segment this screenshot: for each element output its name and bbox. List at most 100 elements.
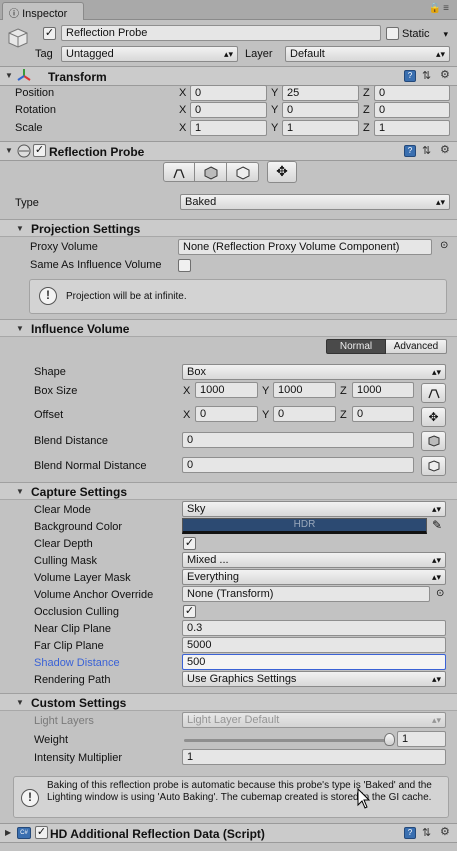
rendering-path-label: Rendering Path xyxy=(34,674,111,686)
influence-volume-header[interactable]: ▼ Influence Volume xyxy=(0,319,457,337)
proxy-volume-field[interactable]: None (Reflection Proxy Volume Component) xyxy=(178,239,432,255)
foldout-arrow-icon[interactable]: ▼ xyxy=(16,698,24,707)
box-size-y-field[interactable]: 1000 xyxy=(273,382,336,398)
offset-z-label: Z xyxy=(340,409,347,421)
layer-dropdown[interactable]: Default ▴▾ xyxy=(285,46,450,62)
tag-dropdown[interactable]: Untagged ▴▾ xyxy=(61,46,238,62)
edit-offset-button[interactable]: ✥ xyxy=(421,407,446,427)
blend-normal-distance-field[interactable]: 0 xyxy=(182,457,414,473)
influence-edit-icon xyxy=(427,389,440,399)
transform-header[interactable]: ▼ Transform ? ⇅ ⚙ xyxy=(0,66,457,86)
chevron-down-icon: ▴▾ xyxy=(435,197,445,207)
presets-icon[interactable]: ⇅ xyxy=(422,826,431,839)
type-label: Type xyxy=(15,197,39,209)
inspector-tab[interactable]: ⓘ Inspector xyxy=(2,2,84,20)
hd-additional-enabled-checkbox[interactable]: ✓ xyxy=(35,826,48,839)
tab-menu-icon[interactable]: 🔒≡ xyxy=(429,3,451,14)
gear-icon[interactable]: ⚙ xyxy=(440,825,450,838)
inspector-tab-bar: ⓘ Inspector 🔒≡ xyxy=(0,0,457,20)
custom-settings-header[interactable]: ▼ Custom Settings xyxy=(0,693,457,711)
intensity-multiplier-field[interactable]: 1 xyxy=(182,749,446,765)
volume-layer-mask-dropdown[interactable]: Everything ▴▾ xyxy=(182,569,446,585)
hd-additional-header[interactable]: ▶ C# ✓ HD Additional Reflection Data (Sc… xyxy=(0,823,457,843)
object-picker-icon[interactable]: ⊙ xyxy=(440,240,448,251)
mode-normal-button[interactable]: Normal xyxy=(326,339,386,354)
help-book-icon[interactable]: ? xyxy=(404,827,416,839)
influence-mode-toggle: Normal Advanced xyxy=(326,339,447,354)
near-clip-plane-field[interactable]: 0.3 xyxy=(182,620,446,636)
foldout-arrow-icon[interactable]: ▼ xyxy=(5,71,13,80)
offset-label: Offset xyxy=(34,409,64,421)
foldout-arrow-icon[interactable]: ▼ xyxy=(16,487,24,496)
object-name-field[interactable]: Reflection Probe xyxy=(61,25,381,41)
transform-y-field[interactable]: 25 xyxy=(282,85,359,101)
transform-x-field[interactable]: 0 xyxy=(190,102,267,118)
transform-x-field[interactable]: 1 xyxy=(190,120,267,136)
edit-box-size-button[interactable] xyxy=(421,383,446,403)
weight-slider-track[interactable] xyxy=(184,739,390,742)
volume-layer-mask-label: Volume Layer Mask xyxy=(34,572,131,584)
volume-anchor-override-field[interactable]: None (Transform) xyxy=(182,586,430,602)
same-as-influence-checkbox[interactable] xyxy=(178,259,191,272)
axis-x-label: X xyxy=(179,122,187,134)
foldout-arrow-icon[interactable]: ▼ xyxy=(16,224,24,233)
foldout-arrow-icon[interactable]: ▼ xyxy=(16,324,24,333)
weight-field[interactable]: 1 xyxy=(397,731,446,747)
gear-icon[interactable]: ⚙ xyxy=(440,68,450,81)
reflection-probe-header[interactable]: ▼ ✓ Reflection Probe ? ⇅ ⚙ xyxy=(0,141,457,161)
presets-icon[interactable]: ⇅ xyxy=(422,69,431,82)
projection-settings-header[interactable]: ▼ Projection Settings xyxy=(0,219,457,237)
transform-z-field[interactable]: 0 xyxy=(374,102,450,118)
reflection-probe-title: Reflection Probe xyxy=(49,145,145,159)
clear-mode-dropdown[interactable]: Sky ▴▾ xyxy=(182,501,446,517)
shadow-distance-field[interactable]: 500 xyxy=(182,654,446,670)
shape-dropdown[interactable]: Box ▴▾ xyxy=(182,364,446,380)
clear-depth-checkbox[interactable]: ✓ xyxy=(183,537,196,550)
gear-icon[interactable]: ⚙ xyxy=(440,143,450,156)
background-color-swatch[interactable]: HDR xyxy=(182,518,427,534)
box-size-z-field[interactable]: 1000 xyxy=(352,382,414,398)
eyedropper-icon[interactable]: ✎ xyxy=(432,518,442,532)
foldout-arrow-icon[interactable]: ▼ xyxy=(5,146,13,155)
box-size-z-label: Z xyxy=(340,385,347,397)
offset-z-field[interactable]: 0 xyxy=(352,406,414,422)
capture-settings-header[interactable]: ▼ Capture Settings xyxy=(0,482,457,500)
hd-additional-title: HD Additional Reflection Data (Script) xyxy=(50,827,265,841)
box-size-x-field[interactable]: 1000 xyxy=(195,382,258,398)
active-checkbox[interactable]: ✓ xyxy=(43,27,56,40)
foldout-arrow-icon[interactable]: ▶ xyxy=(5,828,11,837)
edit-blend-button[interactable] xyxy=(421,431,446,451)
transform-z-field[interactable]: 0 xyxy=(374,85,450,101)
chevron-down-icon: ▴▾ xyxy=(431,674,441,684)
reflection-probe-icon xyxy=(17,144,31,161)
transform-z-field[interactable]: 1 xyxy=(374,120,450,136)
weight-slider-thumb[interactable] xyxy=(384,733,395,746)
capture-settings-title: Capture Settings xyxy=(31,485,128,499)
culling-mask-dropdown[interactable]: Mixed ... ▴▾ xyxy=(182,552,446,568)
presets-icon[interactable]: ⇅ xyxy=(422,144,431,157)
offset-y-field[interactable]: 0 xyxy=(273,406,336,422)
static-dropdown-arrow[interactable]: ▾ xyxy=(438,27,452,43)
mode-advanced-button[interactable]: Advanced xyxy=(386,339,447,354)
edit-normal-button[interactable] xyxy=(195,162,227,182)
transform-x-field[interactable]: 0 xyxy=(190,85,267,101)
object-picker-icon[interactable]: ⊙ xyxy=(436,588,444,599)
axis-y-label: Y xyxy=(271,87,279,99)
offset-x-field[interactable]: 0 xyxy=(195,406,258,422)
script-icon: C# xyxy=(17,827,31,839)
edit-influence-button[interactable] xyxy=(163,162,195,182)
transform-y-field[interactable]: 0 xyxy=(282,102,359,118)
rendering-path-dropdown[interactable]: Use Graphics Settings ▴▾ xyxy=(182,671,446,687)
type-dropdown[interactable]: Baked ▴▾ xyxy=(180,194,450,210)
transform-y-field[interactable]: 1 xyxy=(282,120,359,136)
help-book-icon[interactable]: ? xyxy=(404,70,416,82)
help-book-icon[interactable]: ? xyxy=(404,145,416,157)
far-clip-plane-field[interactable]: 5000 xyxy=(182,637,446,653)
reflection-probe-enabled-checkbox[interactable]: ✓ xyxy=(33,144,46,157)
move-tool-button[interactable]: ✥ xyxy=(267,161,297,183)
edit-blend-normal-button[interactable] xyxy=(421,456,446,476)
edit-proxy-button[interactable] xyxy=(227,162,259,182)
occlusion-culling-checkbox[interactable]: ✓ xyxy=(183,605,196,618)
blend-distance-field[interactable]: 0 xyxy=(182,432,414,448)
static-checkbox[interactable] xyxy=(386,27,399,40)
